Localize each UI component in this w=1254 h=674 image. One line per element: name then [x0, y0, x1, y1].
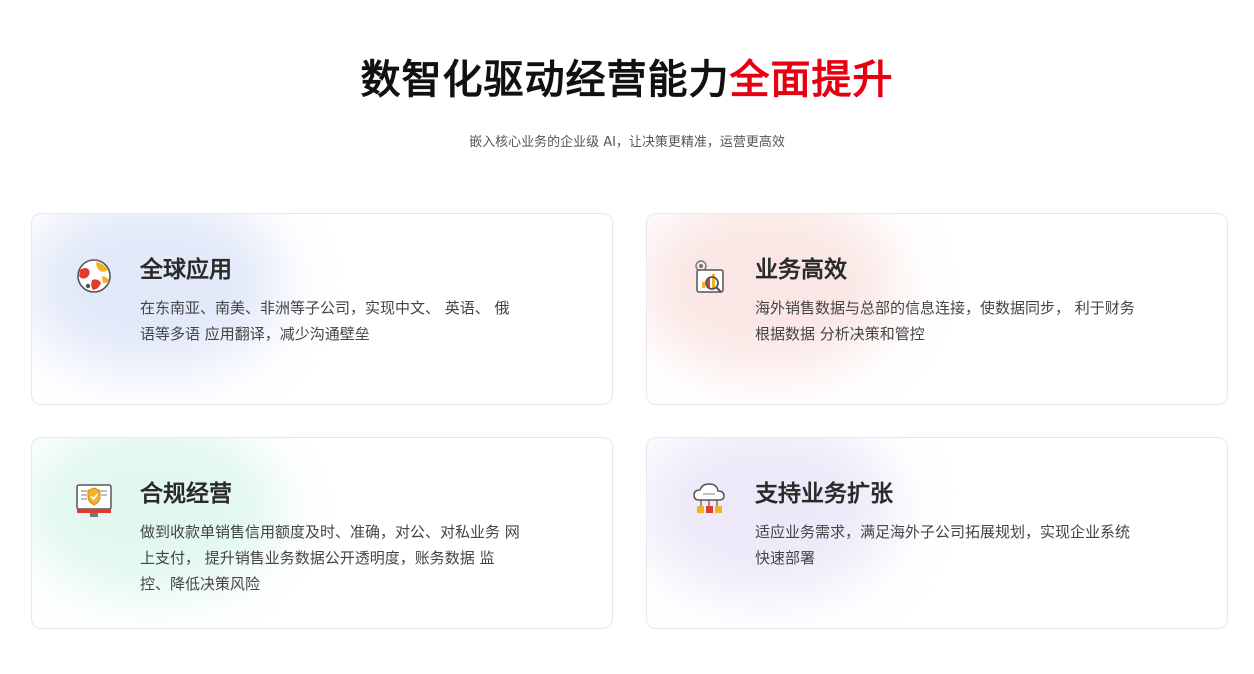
feature-card-efficiency: 业务高效 海外销售数据与总部的信息连接，使数据同步， 利于财务根据数据 分析决策…: [646, 213, 1228, 405]
card-title: 业务高效: [755, 257, 847, 283]
card-glow: [647, 214, 897, 374]
shield-monitor-icon: [76, 484, 112, 517]
cloud-network-icon: [693, 483, 725, 513]
page-title: 数智化驱动经营能力全面提升: [0, 52, 1254, 108]
card-title: 全球应用: [140, 257, 232, 283]
feature-card-compliance: 合规经营 做到收款单销售信用额度及时、准确，对公、对私业务 网上支付， 提升销售…: [31, 437, 613, 629]
card-description: 海外销售数据与总部的信息连接，使数据同步， 利于财务根据数据 分析决策和管控: [755, 299, 1135, 343]
card-description: 做到收款单销售信用额度及时、准确，对公、对私业务 网上支付， 提升销售业务数据公…: [140, 523, 520, 593]
card-glow: [32, 214, 282, 374]
page-title-accent: 全面提升: [729, 57, 894, 103]
card-description: 在东南亚、南美、非洲等子公司，实现中文、 英语、 俄语等多语 应用翻译，减少沟通…: [140, 299, 510, 343]
data-analysis-icon: [695, 260, 724, 293]
feature-card-global: 全球应用 在东南亚、南美、非洲等子公司，实现中文、 英语、 俄语等多语 应用翻译…: [31, 213, 613, 405]
card-description: 适应业务需求，满足海外子公司拓展规划，实现企业系统快速部署: [755, 523, 1131, 567]
feature-card-expansion: 支持业务扩张 适应业务需求，满足海外子公司拓展规划，实现企业系统快速部署: [646, 437, 1228, 629]
card-title: 支持业务扩张: [755, 481, 893, 507]
page-title-main: 数智化驱动经营能力: [360, 57, 730, 103]
card-glow: [647, 438, 897, 598]
card-title: 合规经营: [140, 481, 232, 507]
page-subtitle: 嵌入核心业务的企业级 AI，让决策更精准，运营更高效: [469, 135, 785, 150]
globe-icon: [77, 259, 111, 293]
